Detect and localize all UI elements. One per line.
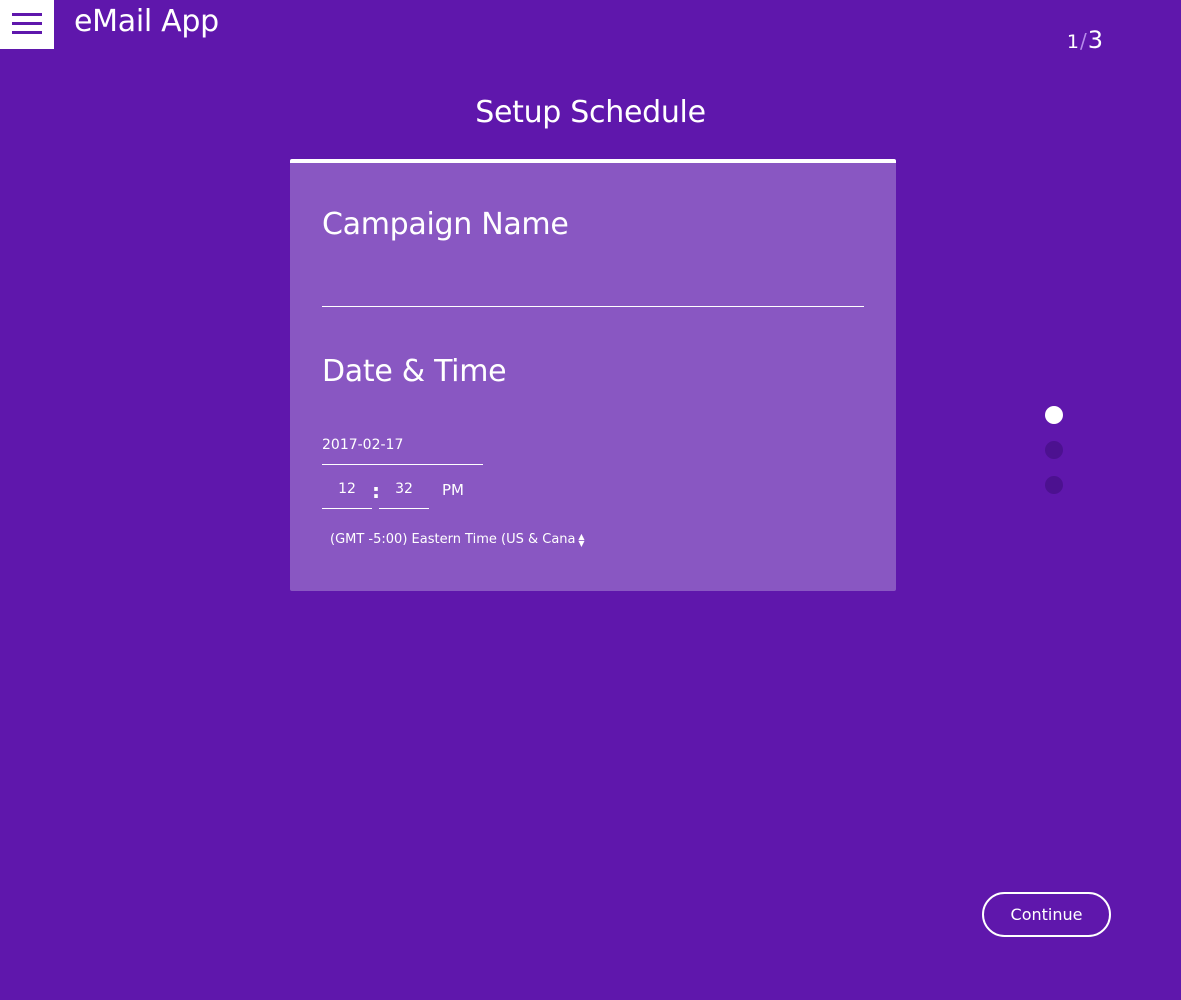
step-separator: /	[1079, 29, 1087, 53]
select-arrows-icon: ▲ ▼	[578, 532, 585, 548]
date-time-heading: Date & Time	[322, 354, 507, 389]
hour-input[interactable]: 12	[322, 477, 372, 509]
step-total: 3	[1087, 26, 1103, 54]
app-title: eMail App	[74, 4, 219, 39]
minute-input[interactable]: 32	[379, 477, 429, 509]
menu-button[interactable]	[0, 0, 54, 49]
step-counter: 1/3	[1067, 26, 1103, 54]
continue-button[interactable]: Continue	[982, 892, 1111, 937]
campaign-name-input[interactable]	[322, 267, 864, 307]
timezone-select[interactable]: (GMT -5:00) Eastern Time (US & Canada) ▲…	[330, 532, 588, 552]
campaign-name-heading: Campaign Name	[322, 207, 569, 242]
page-title: Setup Schedule	[475, 95, 706, 130]
pager-dot-2[interactable]	[1045, 441, 1063, 459]
ampm-toggle[interactable]: PM	[442, 481, 464, 499]
pager-dot-1[interactable]	[1045, 406, 1063, 424]
timezone-value: (GMT -5:00) Eastern Time (US & Canada)	[330, 532, 576, 547]
pager-dot-3[interactable]	[1045, 476, 1063, 494]
schedule-card: Campaign Name Date & Time 2017-02-17 12 …	[290, 159, 896, 591]
step-current: 1	[1066, 31, 1079, 53]
date-input[interactable]: 2017-02-17	[322, 433, 483, 465]
